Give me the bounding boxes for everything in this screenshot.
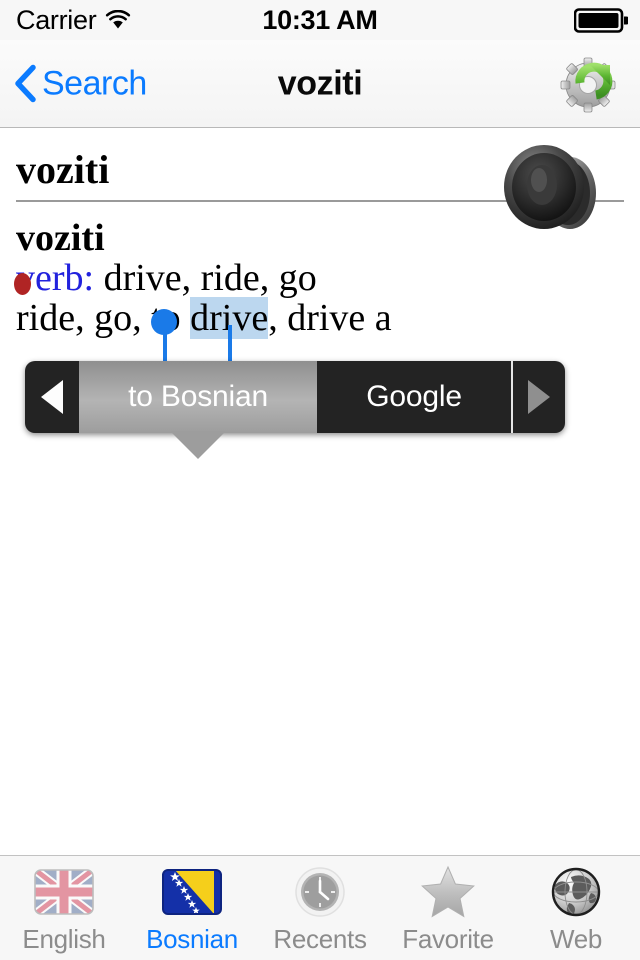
definition-text-2-after: , drive a xyxy=(268,296,392,339)
app-root: Carrier 10:31 AM Search voziti voziti vo… xyxy=(0,0,640,960)
popup-pointer xyxy=(170,431,227,459)
popup-item-google[interactable]: Google xyxy=(317,361,511,433)
tab-label: Web xyxy=(549,924,603,954)
uk-flag-icon xyxy=(33,866,95,918)
popup-prev-button[interactable] xyxy=(25,361,79,433)
speaker-icon[interactable] xyxy=(498,137,602,241)
definition-content[interactable]: voziti voziti verb: drive, ride, go ride… xyxy=(0,129,640,855)
headword: voziti xyxy=(16,147,110,192)
tab-recents[interactable]: Recents xyxy=(256,856,384,960)
clock-icon xyxy=(289,866,351,918)
arrow-left-icon xyxy=(41,380,63,414)
list-bullet xyxy=(14,273,31,295)
status-bar: Carrier 10:31 AM xyxy=(0,0,640,40)
tab-bosnian[interactable]: Bosnian xyxy=(128,856,256,960)
battery-full-icon xyxy=(573,7,631,33)
popup-item-to-bosnian[interactable]: to Bosnian xyxy=(79,361,318,459)
popup-item-label: to Bosnian xyxy=(128,380,268,413)
tab-bar: English Bosnian Recents Favorite Web xyxy=(0,855,640,960)
clock-label: 10:31 AM xyxy=(262,4,378,35)
tab-english[interactable]: English xyxy=(0,856,128,960)
page-title: voziti xyxy=(277,64,363,102)
tab-web[interactable]: Web xyxy=(512,856,640,960)
edit-menu-popup[interactable]: to Bosnian Google xyxy=(25,361,565,459)
tab-label: English xyxy=(22,924,106,954)
globe-icon xyxy=(545,866,607,918)
navigation-bar: Search voziti xyxy=(0,40,640,128)
definition-text-1: drive, ride, go xyxy=(103,256,317,299)
star-icon xyxy=(417,865,479,918)
popup-item-label: Google xyxy=(366,380,462,413)
popup-next-button[interactable] xyxy=(511,361,565,433)
bosnia-flag-icon xyxy=(161,866,223,918)
selection-handle-start[interactable] xyxy=(151,309,177,335)
tab-favorite[interactable]: Favorite xyxy=(384,856,512,960)
tab-label: Bosnian xyxy=(146,924,238,954)
definition-line-2: ride, go, to drive, drive a xyxy=(16,296,624,339)
tab-label: Favorite xyxy=(402,924,494,954)
gear-refresh-icon[interactable] xyxy=(558,51,624,117)
definition-line-1: verb: drive, ride, go xyxy=(16,256,624,299)
arrow-right-icon xyxy=(528,380,551,414)
tab-label: Recents xyxy=(273,924,367,954)
